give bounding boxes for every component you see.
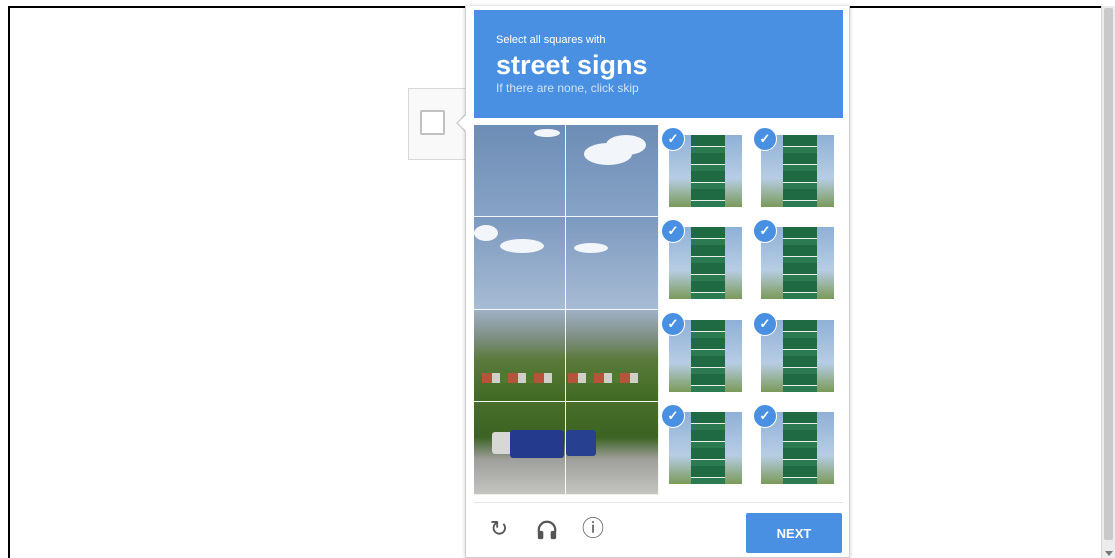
challenge-header: Select all squares with street signs If … [474,10,843,118]
challenge-target: street signs [496,50,648,80]
grid-tile[interactable] [566,402,659,495]
image-grid-right: ✓ ✓ ✓ ✓ ✓ ✓ ✓ ✓ [659,125,843,495]
checkmark-icon: ✓ [661,219,685,243]
selected-tile[interactable]: ✓ [751,217,843,310]
grid-tile[interactable] [566,310,659,402]
selected-tile[interactable]: ✓ [751,310,843,402]
selected-tile[interactable]: ✓ [659,402,751,495]
recaptcha-challenge: Select all squares with street signs If … [465,6,850,558]
checkmark-icon: ✓ [753,312,777,336]
scrollbar-thumb[interactable] [1104,8,1113,540]
scroll-down-arrow-icon[interactable] [1105,551,1113,556]
reload-icon[interactable]: ↻ [486,517,512,543]
checkmark-icon: ✓ [661,312,685,336]
challenge-footer: ↻ ⓘ NEXT [474,502,843,558]
challenge-intro: Select all squares with [496,34,606,46]
grid-tile[interactable] [474,310,566,402]
checkmark-icon: ✓ [661,127,685,151]
vertical-scrollbar[interactable] [1101,6,1115,558]
checkmark-icon: ✓ [753,219,777,243]
selected-tile[interactable]: ✓ [751,402,843,495]
selected-tile[interactable]: ✓ [751,125,843,217]
headphones-icon[interactable] [534,517,560,543]
checkmark-icon: ✓ [753,127,777,151]
image-grid-left [474,125,659,495]
selected-tile[interactable]: ✓ [659,310,751,402]
recaptcha-checkbox[interactable] [420,110,445,135]
grid-tile[interactable] [474,125,566,217]
selected-tile[interactable]: ✓ [659,125,751,217]
checkmark-icon: ✓ [661,404,685,428]
selected-tile[interactable]: ✓ [659,217,751,310]
grid-tile[interactable] [474,217,566,310]
challenge-hint: If there are none, click skip [496,81,639,95]
info-icon[interactable]: ⓘ [580,517,606,543]
next-button[interactable]: NEXT [746,513,842,553]
checkmark-icon: ✓ [753,404,777,428]
grid-tile[interactable] [474,402,566,495]
grid-tile[interactable] [566,217,659,310]
bubble-pointer-inner [458,114,467,132]
grid-tile[interactable] [566,125,659,217]
